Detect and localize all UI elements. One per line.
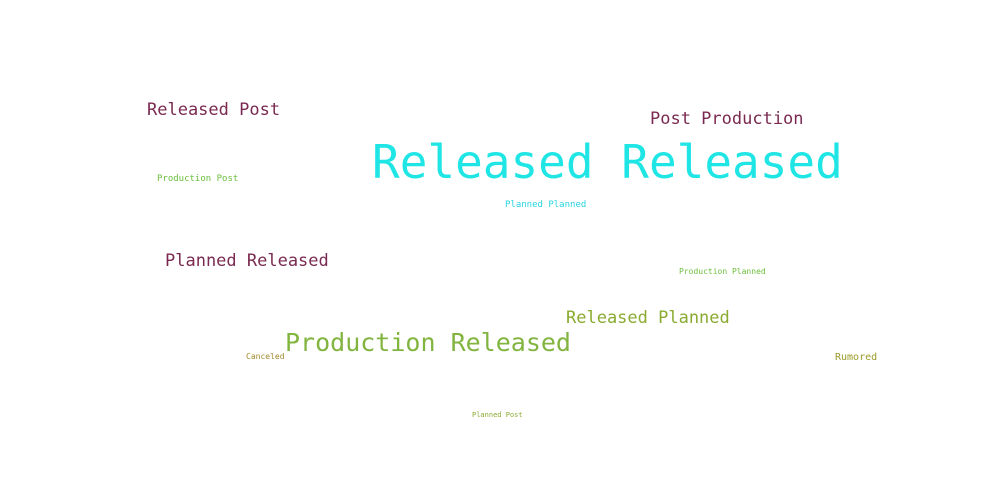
word-planned-planned: Planned Planned <box>505 200 587 210</box>
word-released-planned: Released Planned <box>566 308 730 328</box>
word-production-post: Production Post <box>157 174 239 184</box>
word-production-released: Production Released <box>285 328 571 357</box>
word-cloud: Released Released Production Released Po… <box>0 0 1000 500</box>
word-released-post: Released Post <box>147 100 281 120</box>
word-released-released: Released Released <box>372 135 843 189</box>
word-planned-post: Planned Post <box>472 411 523 419</box>
word-planned-released: Planned Released <box>165 251 329 271</box>
word-canceled: Canceled <box>246 352 285 361</box>
word-post-production: Post Production <box>650 109 804 129</box>
word-production-planned: Production Planned <box>679 267 766 276</box>
word-rumored: Rumored <box>835 352 878 363</box>
